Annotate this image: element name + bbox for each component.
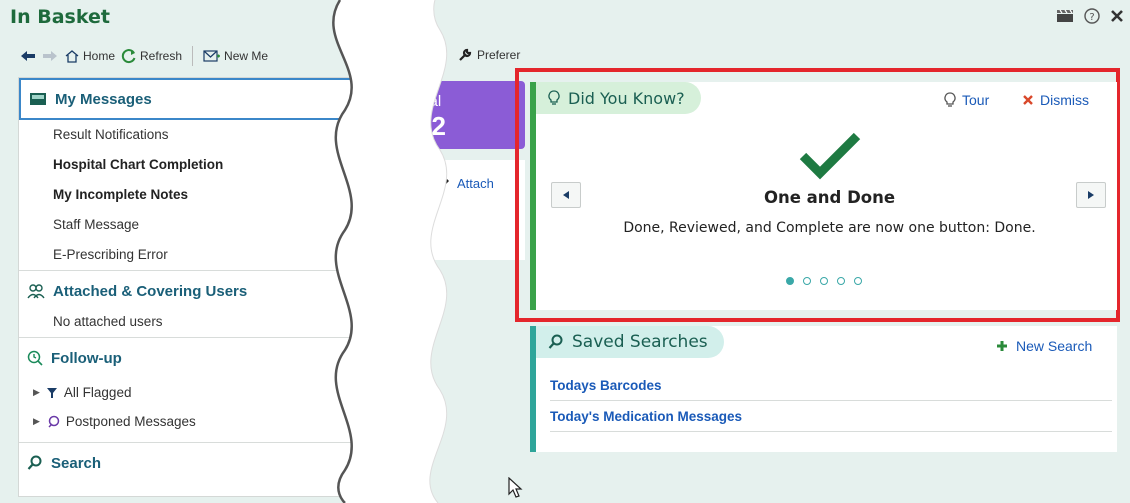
lightbulb-icon (944, 92, 956, 107)
expand-arrow-icon[interactable]: ▶ (33, 416, 40, 427)
all-flagged-label: All Flagged (63, 385, 132, 400)
did-you-know-header: Did You Know? (536, 82, 701, 114)
saved-searches-panel: Saved Searches New Search Todays Barcode… (530, 326, 1117, 452)
window-controls: ? (1056, 8, 1124, 24)
users-icon (27, 284, 45, 299)
previous-tip-button[interactable] (551, 182, 581, 208)
dismiss-label: Dismiss (1040, 92, 1089, 108)
new-message-label: New Me (224, 49, 269, 63)
new-search-button[interactable]: New Search (996, 338, 1092, 354)
refresh-label: Refresh (140, 49, 183, 63)
tip-text: Done, Reviewed, and Complete are now one… (623, 220, 1036, 236)
did-you-know-title: Did You Know? (568, 88, 685, 108)
refresh-icon (121, 49, 136, 64)
new-message-button[interactable]: New Me (203, 49, 268, 63)
plus-icon (997, 341, 1007, 351)
tour-label: Tour (962, 92, 990, 108)
dismiss-x-icon (1023, 95, 1033, 105)
search-title: Search (51, 454, 102, 472)
flag-filter-icon (46, 387, 57, 398)
followup-title: Follow-up (51, 349, 122, 367)
pagination-dot[interactable] (803, 277, 811, 285)
pagination-dots (786, 277, 862, 285)
triangle-right-icon (1088, 191, 1094, 199)
search-icon (548, 334, 563, 349)
home-button[interactable]: Home (64, 49, 115, 63)
saved-search-item[interactable]: Today's Medication Messages (550, 401, 1112, 432)
window-title: In Basket (10, 6, 110, 28)
triangle-left-icon (563, 191, 569, 199)
followup-clock-icon (27, 350, 43, 366)
help-icon[interactable]: ? (1084, 8, 1100, 24)
inbox-icon (30, 93, 46, 105)
dismiss-button[interactable]: Dismiss (1022, 92, 1089, 108)
splice-wave (332, 0, 448, 503)
attached-users-title: Attached & Covering Users (53, 282, 248, 300)
next-tip-button[interactable] (1076, 182, 1106, 208)
lightbulb-icon (548, 90, 560, 105)
expand-arrow-icon[interactable]: ▶ (33, 387, 40, 398)
my-messages-title: My Messages (55, 90, 152, 108)
forward-button[interactable] (42, 50, 58, 62)
mouse-cursor-icon (508, 477, 523, 498)
toolbar: Home Refresh New Me (20, 44, 268, 68)
refresh-button[interactable]: Refresh (121, 48, 182, 64)
new-message-icon (203, 50, 221, 62)
close-icon[interactable] (1110, 9, 1124, 23)
svg-text:?: ? (1089, 12, 1094, 23)
postponed-icon (48, 415, 60, 428)
wrench-icon (459, 48, 472, 61)
back-button[interactable] (20, 50, 36, 62)
clapper-icon[interactable] (1056, 9, 1074, 23)
back-arrow-icon (21, 51, 35, 61)
saved-searches-title: Saved Searches (572, 332, 708, 352)
toolbar-divider (192, 46, 194, 66)
saved-searches-header: Saved Searches (536, 326, 724, 358)
home-icon (65, 50, 79, 63)
attach-label: Attach (457, 176, 494, 191)
pagination-dot[interactable] (786, 277, 794, 285)
preferences-label: Preferer (477, 48, 521, 62)
pagination-dot[interactable] (854, 277, 862, 285)
tip-title: One and Done (763, 188, 896, 207)
did-you-know-panel: Did You Know? Tour Dismiss One and Done … (530, 82, 1117, 310)
pagination-dot[interactable] (820, 277, 828, 285)
new-search-label: New Search (1016, 338, 1093, 354)
saved-search-item[interactable]: Todays Barcodes (550, 370, 1112, 401)
pagination-dot[interactable] (837, 277, 845, 285)
forward-arrow-icon (43, 51, 57, 61)
home-label: Home (83, 49, 116, 63)
postponed-messages-label: Postponed Messages (65, 414, 196, 429)
preferences-button[interactable]: Preferer (458, 48, 520, 62)
search-icon (27, 455, 42, 470)
checkmark-icon (798, 130, 862, 180)
tour-button[interactable]: Tour (944, 92, 989, 108)
